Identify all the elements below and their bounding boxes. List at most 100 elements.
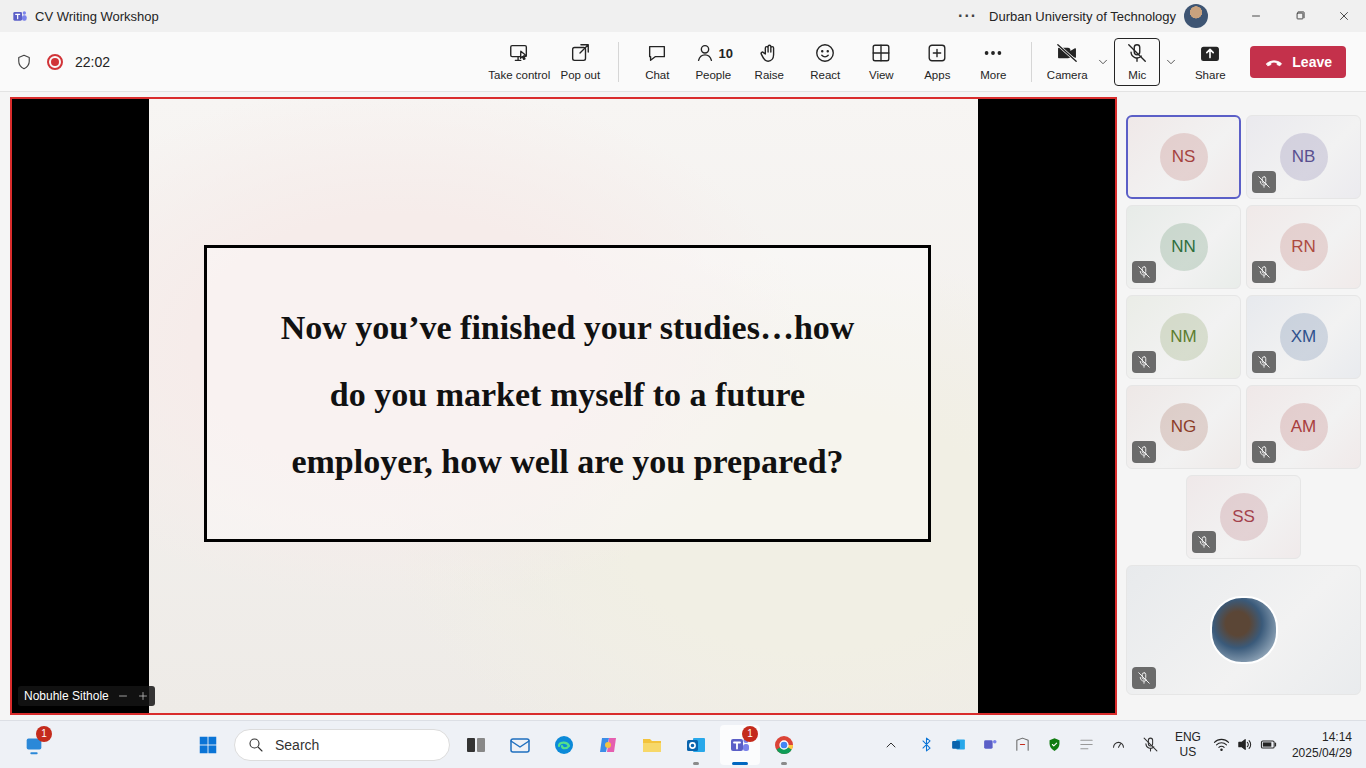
restore-button[interactable] — [1278, 0, 1322, 32]
mic-off-icon — [1137, 671, 1151, 685]
participant-avatar: RN — [1280, 223, 1328, 271]
clock[interactable]: 14:142025/04/29 — [1292, 729, 1352, 761]
security-icon — [1046, 736, 1063, 753]
taskbar-app[interactable] — [544, 725, 584, 765]
pop-out-button[interactable]: Pop out — [552, 36, 608, 88]
participant-tile[interactable]: NS — [1126, 115, 1241, 199]
taskbar-app[interactable] — [676, 725, 716, 765]
participant-avatar: NS — [1160, 133, 1208, 181]
participant-tile[interactable]: XM — [1246, 295, 1361, 379]
shared-screen: Now you’ve finished your studies…howdo y… — [10, 97, 1117, 715]
participant-tile[interactable]: NM — [1126, 295, 1241, 379]
title-bar: CV Writing Workshop ··· Durban University … — [0, 0, 1366, 32]
participant-tile[interactable]: NB — [1246, 115, 1361, 199]
react-button[interactable]: React — [797, 36, 853, 88]
more-button[interactable]: More — [965, 36, 1021, 88]
start-button[interactable] — [188, 725, 228, 765]
taskbar-app[interactable] — [588, 725, 628, 765]
window-more-button[interactable]: ··· — [958, 7, 977, 25]
zoom-out-icon[interactable] — [117, 690, 129, 702]
taskbar-app[interactable] — [456, 725, 496, 765]
muted-badge — [1132, 261, 1156, 283]
leave-label: Leave — [1292, 54, 1332, 70]
meeting-title: CV Writing Workshop — [35, 9, 159, 24]
task-view-icon — [464, 733, 488, 757]
participant-tile[interactable]: NN — [1126, 205, 1241, 289]
copilot-icon — [596, 733, 620, 757]
zoom-in-icon[interactable] — [137, 690, 149, 702]
language-code: ENG — [1175, 730, 1201, 745]
mic-off-icon — [1137, 355, 1151, 369]
view-button[interactable]: View — [853, 36, 909, 88]
tray-mic[interactable] — [1137, 731, 1165, 759]
notification-badge: 1 — [36, 726, 52, 742]
mail-icon — [508, 733, 532, 757]
quick-settings[interactable] — [1213, 736, 1278, 753]
button-label: Camera — [1047, 69, 1088, 81]
button-label: Pop out — [560, 69, 600, 81]
tray-item[interactable] — [1073, 731, 1101, 759]
tray-item[interactable] — [1105, 731, 1133, 759]
camera-button[interactable]: Camera — [1042, 36, 1092, 88]
button-label: More — [980, 69, 1006, 81]
close-button[interactable] — [1322, 0, 1366, 32]
bluetooth-icon — [918, 736, 935, 753]
mic-button[interactable]: Mic — [1114, 38, 1160, 86]
clock-time: 14:14 — [1322, 729, 1352, 745]
taskbar-app[interactable] — [764, 725, 804, 765]
chat-button[interactable]: Chat — [629, 36, 685, 88]
participant-avatar: NB — [1280, 133, 1328, 181]
account-avatar[interactable] — [1184, 4, 1208, 28]
tray-item[interactable] — [1009, 731, 1037, 759]
take-control-button[interactable]: Take control — [486, 36, 552, 88]
more-icon — [982, 42, 1004, 64]
participant-tile[interactable]: RN — [1246, 205, 1361, 289]
tray-item[interactable] — [945, 731, 973, 759]
apps-icon — [926, 42, 948, 64]
participant-initials: SS — [1232, 507, 1255, 527]
chevron-down-icon[interactable] — [1096, 55, 1110, 69]
running-indicator — [781, 762, 787, 765]
taskbar-app[interactable] — [500, 725, 540, 765]
raise-button[interactable]: Raise — [741, 36, 797, 88]
chevron-down-icon[interactable] — [1164, 55, 1178, 69]
organization-name: Durban University of Technology — [989, 9, 1176, 24]
language-indicator[interactable]: ENGUS — [1175, 730, 1201, 760]
participant-avatar: NG — [1160, 403, 1208, 451]
participant-tile[interactable]: AM — [1246, 385, 1361, 469]
participant-tile[interactable]: NG — [1126, 385, 1241, 469]
button-label: Share — [1195, 69, 1226, 81]
participant-avatar: NM — [1160, 313, 1208, 361]
participant-tile[interactable] — [1126, 565, 1361, 695]
presentation-slide: Now you’ve finished your studies…howdo y… — [149, 99, 978, 713]
slide-text-box: Now you’ve finished your studies…howdo y… — [204, 245, 931, 542]
minimize-button[interactable] — [1234, 0, 1278, 32]
tray-item[interactable] — [1041, 731, 1069, 759]
apps-button[interactable]: Apps — [909, 36, 965, 88]
clock-date: 2025/04/29 — [1292, 745, 1352, 761]
search-box[interactable]: Search — [234, 729, 450, 761]
battery-icon — [1259, 736, 1278, 753]
slide-text-line: do you market myself to a future — [330, 361, 805, 428]
presenter-name: Nobuhle Sithole — [24, 689, 109, 703]
widgets-button[interactable]: 1 — [14, 725, 54, 765]
button-label: Take control — [488, 69, 550, 81]
tray-item[interactable] — [977, 731, 1005, 759]
outlook-tray-icon — [950, 736, 967, 753]
take-control-icon — [508, 42, 530, 64]
system-tray: ENGUS 14:142025/04/29 — [883, 729, 1366, 761]
wifi-icon — [1213, 736, 1230, 753]
leave-button[interactable]: Leave — [1250, 46, 1346, 78]
show-hidden-icons-icon[interactable] — [883, 737, 899, 753]
participant-tile[interactable]: SS — [1186, 475, 1301, 559]
participant-initials: NN — [1171, 237, 1196, 257]
tray-item[interactable] — [913, 731, 941, 759]
share-button[interactable]: Share — [1182, 36, 1238, 88]
mic-off-icon — [1257, 445, 1271, 459]
participant-photo — [1210, 596, 1278, 664]
taskbar-app[interactable] — [632, 725, 672, 765]
letterbox-right — [978, 99, 1115, 713]
taskbar-app[interactable]: 1 — [720, 725, 760, 765]
muted-badge — [1252, 171, 1276, 193]
people-button[interactable]: 10People — [685, 36, 741, 88]
